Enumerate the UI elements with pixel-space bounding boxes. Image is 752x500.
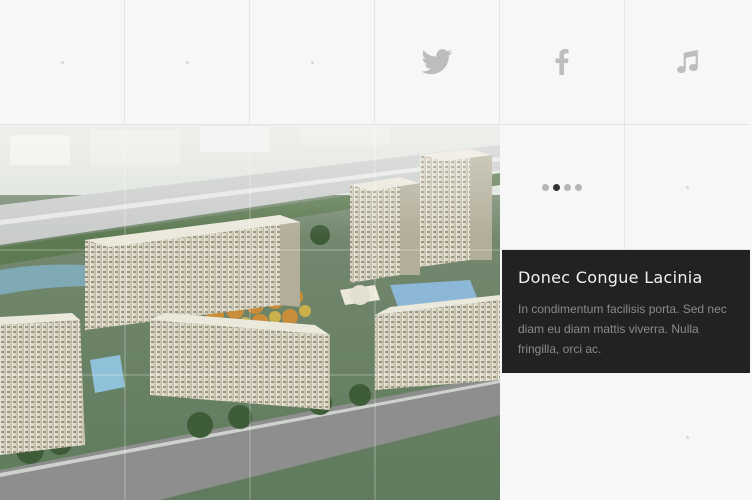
tile-dot (310, 60, 314, 64)
tile-dot (686, 436, 689, 439)
facebook-tile[interactable] (500, 0, 625, 125)
caption-text: In condimentum facilisis porta. Sed nec … (518, 302, 727, 356)
slider-dot-3[interactable] (564, 183, 571, 191)
slider-dot-1[interactable] (542, 183, 549, 191)
tile-dot (185, 60, 189, 64)
slider-dot-4[interactable] (575, 183, 582, 191)
slider-nav-tile (500, 125, 625, 250)
empty-tile (625, 375, 750, 500)
music-tile[interactable] (625, 0, 750, 125)
tile-dot (686, 185, 689, 189)
tile-grid: Donec Congue Lacinia In condimentum faci… (0, 0, 752, 500)
twitter-tile[interactable] (375, 0, 500, 125)
empty-tile (125, 0, 250, 125)
residential-complex-image (0, 125, 500, 500)
slide-caption: Donec Congue Lacinia In condimentum faci… (502, 250, 750, 373)
tile-dot (60, 60, 64, 64)
featured-image[interactable] (0, 125, 500, 500)
music-icon[interactable] (676, 50, 699, 74)
empty-tile (0, 0, 125, 125)
caption-title[interactable]: Donec Congue Lacinia (518, 268, 734, 287)
slider-pagination (542, 183, 582, 191)
twitter-icon[interactable] (421, 49, 453, 75)
facebook-icon[interactable] (555, 49, 569, 75)
empty-tile (250, 0, 375, 125)
slider-dot-2[interactable] (553, 183, 560, 191)
empty-tile (625, 125, 750, 250)
